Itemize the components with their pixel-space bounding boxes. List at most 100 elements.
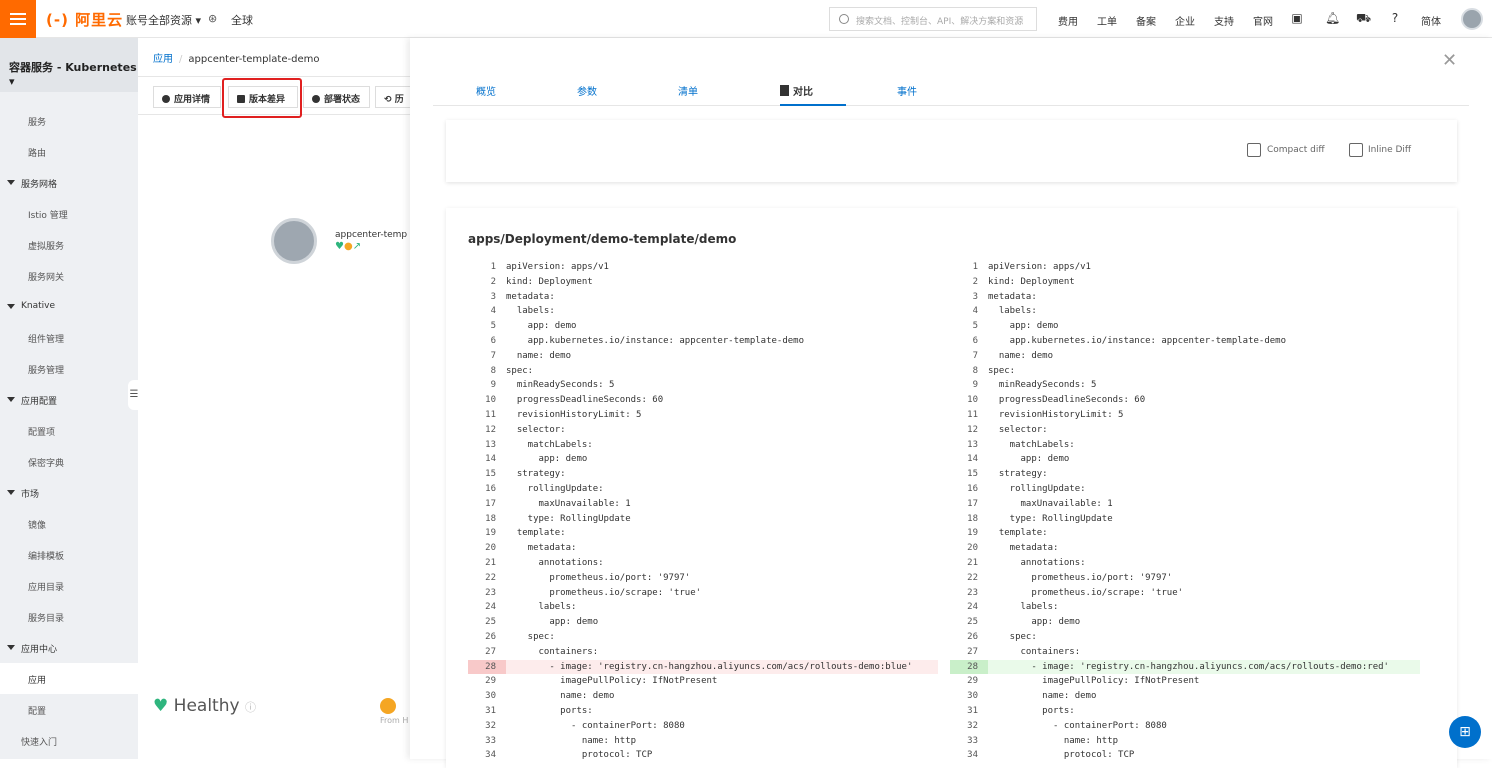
sidebar-item[interactable]: Istio 管理 xyxy=(0,198,138,229)
diff-line: 11 revisionHistoryLimit: 5 xyxy=(468,408,938,423)
diff-line: 10 progressDeadlineSeconds: 60 xyxy=(468,393,938,408)
line-number: 1 xyxy=(490,262,496,272)
breadcrumb-apps-link[interactable]: 应用 xyxy=(153,54,173,65)
diff-line: 8 spec: xyxy=(950,364,1420,379)
tab-deploy-status[interactable]: 部署状态 xyxy=(303,86,370,108)
nav-filing[interactable]: 备案 xyxy=(1136,13,1156,28)
sidebar-item[interactable]: 服务目录 xyxy=(0,601,138,632)
sidebar-item[interactable]: 保密字典 xyxy=(0,446,138,477)
line-number: 22 xyxy=(485,572,496,583)
diff-line: 16 rollingUpdate: xyxy=(468,482,938,497)
help-icon[interactable]: ? xyxy=(1388,11,1402,25)
diff-options: Compact diff Inline Diff xyxy=(446,120,1457,182)
sidebar-item[interactable]: 快速入门 xyxy=(0,725,138,756)
diff-line: 24 labels: xyxy=(950,600,1420,615)
hamburger-menu-icon[interactable] xyxy=(0,0,36,38)
sidebar-item[interactable]: 编排模板 xyxy=(0,539,138,570)
sidebar-item[interactable]: 服务网格 xyxy=(0,167,138,198)
region-selector[interactable]: 全球 xyxy=(231,12,253,28)
code-text: strategy: xyxy=(506,469,566,480)
nav-tickets[interactable]: 工单 xyxy=(1097,13,1117,28)
code-text: minReadySeconds: 5 xyxy=(988,380,1097,391)
line-number: 33 xyxy=(485,735,496,746)
sidebar-item[interactable]: 服务管理 xyxy=(0,353,138,384)
sidebar-item[interactable]: 组件管理 xyxy=(0,322,138,353)
sidebar-item[interactable]: 镜像 xyxy=(0,508,138,539)
account-resources-dropdown[interactable]: 账号全部资源 ▾ xyxy=(126,12,201,28)
tab-parameters[interactable]: 参数 xyxy=(577,83,597,98)
aliyun-logo[interactable]: (-) 阿里云 xyxy=(46,9,123,30)
sidebar-item[interactable]: 虚拟服务 xyxy=(0,229,138,260)
tab-history[interactable]: ⟲ 历 xyxy=(375,86,415,108)
nav-fees[interactable]: 费用 xyxy=(1058,13,1078,28)
sidebar-item[interactable]: 服务 xyxy=(0,105,138,136)
sidebar-item[interactable]: Knative xyxy=(0,291,138,322)
tab-compare[interactable]: 对比 xyxy=(780,83,813,98)
diff-line: 7 name: demo xyxy=(950,349,1420,364)
nav-support[interactable]: 支持 xyxy=(1214,13,1234,28)
line-number: 34 xyxy=(967,750,978,761)
inline-diff-checkbox[interactable] xyxy=(1349,143,1363,157)
apps-grid-icon[interactable]: ⊞ xyxy=(1449,716,1481,748)
tab-app-details[interactable]: 应用详情 xyxy=(153,86,221,108)
history-icon: ⟲ xyxy=(384,95,395,105)
sidebar-item[interactable]: 服务网关 xyxy=(0,260,138,291)
breadcrumb: 应用 / appcenter-template-demo xyxy=(153,54,320,65)
code-text: apiVersion: apps/v1 xyxy=(988,262,1091,272)
sidebar-item[interactable]: 市场 xyxy=(0,477,138,508)
compact-diff-label: Compact diff xyxy=(1267,145,1325,155)
sidebar-item[interactable]: 应用 xyxy=(0,663,138,694)
nav-website[interactable]: 官网 xyxy=(1253,13,1273,28)
sidebar-item[interactable]: 应用中心 xyxy=(0,632,138,663)
bell-icon[interactable]: 🔔︎ xyxy=(1325,11,1340,25)
line-number: 21 xyxy=(967,557,978,568)
code-text: - image: 'registry.cn-hangzhou.aliyuncs.… xyxy=(988,661,1389,672)
tab-manifest[interactable]: 清单 xyxy=(678,83,698,98)
code-text: imagePullPolicy: IfNotPresent xyxy=(506,676,718,687)
tab-overview[interactable]: 概览 xyxy=(476,83,496,98)
code-text: progressDeadlineSeconds: 60 xyxy=(506,395,664,406)
code-text: - containerPort: 8080 xyxy=(506,720,685,731)
compact-diff-checkbox[interactable] xyxy=(1247,143,1261,157)
sidebar-item[interactable]: 应用目录 xyxy=(0,570,138,601)
code-text: app: demo xyxy=(506,321,577,332)
code-text: annotations: xyxy=(988,557,1086,568)
tab-events[interactable]: 事件 xyxy=(897,83,917,98)
sidebar-title[interactable]: 容器服务 - Kubernetes ▾ xyxy=(0,38,138,92)
cart-icon[interactable]: ⛟ xyxy=(1356,11,1371,25)
avatar[interactable] xyxy=(1461,8,1483,30)
code-text: metadata: xyxy=(988,291,1037,302)
code-text: annotations: xyxy=(506,557,604,568)
code-text: revisionHistoryLimit: 5 xyxy=(988,409,1124,420)
diff-line: 27 containers: xyxy=(950,645,1420,660)
line-number: 16 xyxy=(485,483,496,494)
health-status: ♥ Healthy ⓘ xyxy=(153,696,256,716)
line-number: 28 xyxy=(468,659,506,675)
code-text: app: demo xyxy=(988,321,1059,332)
terminal-icon[interactable]: ▣ xyxy=(1290,11,1304,25)
diff-drawer: ✕ 概览 参数 清单 对比 事件 Compact diff Inline Dif… xyxy=(410,38,1492,768)
code-text: type: RollingUpdate xyxy=(988,513,1113,524)
diff-line: 17 maxUnavailable: 1 xyxy=(468,497,938,512)
line-number: 4 xyxy=(490,306,496,317)
line-number: 2 xyxy=(972,276,978,287)
search-input[interactable]: 搜索文档、控制台、API、解决方案和资源 xyxy=(829,7,1037,31)
sidebar-item[interactable]: 应用配置 xyxy=(0,384,138,415)
diff-line: 2 kind: Deployment xyxy=(950,275,1420,290)
code-text: template: xyxy=(988,528,1048,539)
language-switch[interactable]: 简体 xyxy=(1421,13,1441,28)
code-text: kind: Deployment xyxy=(506,276,593,287)
line-number: 7 xyxy=(490,350,496,361)
nav-enterprise[interactable]: 企业 xyxy=(1175,13,1195,28)
code-text: spec: xyxy=(988,631,1037,642)
app-node-icon[interactable] xyxy=(271,218,317,264)
code-text: - containerPort: 8080 xyxy=(988,720,1167,731)
sidebar-item[interactable]: 配置项 xyxy=(0,415,138,446)
code-text: imagePullPolicy: IfNotPresent xyxy=(988,676,1200,687)
sidebar-item[interactable]: 路由 xyxy=(0,136,138,167)
line-number: 29 xyxy=(485,676,496,687)
line-number: 4 xyxy=(972,306,978,317)
line-number: 13 xyxy=(967,439,978,450)
sidebar-item[interactable]: 配置 xyxy=(0,694,138,725)
line-number: 14 xyxy=(967,454,978,465)
